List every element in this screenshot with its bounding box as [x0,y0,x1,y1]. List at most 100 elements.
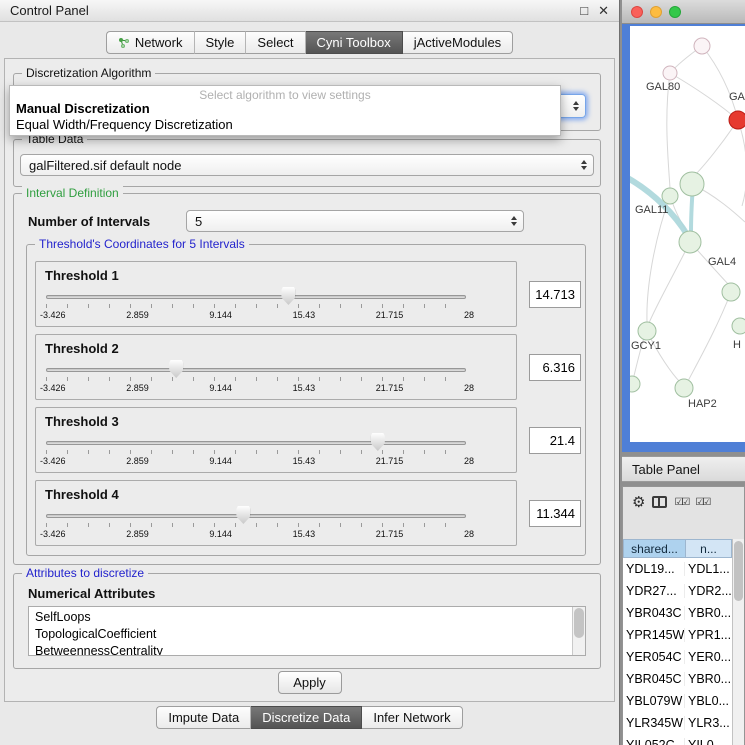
network-node[interactable] [679,231,701,253]
column-header-name[interactable]: n... [685,539,732,558]
slider-scale-label: 21.715 [376,310,404,320]
table-row[interactable]: YER054CYER0... [623,646,732,668]
minimize-traffic-light[interactable] [650,6,662,18]
tab-cyni-toolbox[interactable]: Cyni Toolbox [306,31,403,54]
network-node[interactable] [630,376,640,392]
slider-thumb[interactable] [169,360,183,378]
table-row[interactable]: YPR145WYPR1... [623,624,732,646]
network-node[interactable] [675,379,693,397]
dropdown-placeholder: Select algorithm to view settings [10,86,560,101]
float-window-icon[interactable]: □ [580,4,588,17]
threshold-box: Threshold 2 -3.4262.8599.14415.4321.7152… [35,334,517,400]
threshold-slider[interactable]: -3.4262.8599.14415.4321.71528 [46,286,466,324]
gear-icon[interactable]: ⚙ [632,495,645,510]
control-panel-tab-bar: Network Style Select Cyni Toolbox jActiv… [0,31,619,54]
threshold-row: Threshold 1 -3.4262.8599.14415.4321.7152… [35,261,581,327]
select-rows-icon[interactable]: ☑☑ [695,497,709,508]
network-node[interactable] [662,188,678,204]
scrollbar-thumb[interactable] [734,541,743,601]
attributes-scrollbar[interactable] [572,607,585,655]
tab-jactivemodules[interactable]: jActiveModules [403,31,513,54]
numerical-attributes-label: Numerical Attributes [28,586,155,601]
table-row[interactable]: YDL19...YDL1... [623,558,732,580]
threshold-value-field[interactable] [529,427,581,454]
slider-thumb[interactable] [281,287,295,305]
interval-definition-group: Interval Definition Number of Intervals … [13,193,601,565]
slider-scale-label: 28 [464,383,474,393]
cyni-toolbox-panel: Discretization Algorithm Select algorith… [4,58,615,702]
close-traffic-light[interactable] [631,6,643,18]
table-row[interactable]: YDR27...YDR2... [623,580,732,602]
group-title: Interval Definition [22,186,123,200]
network-node[interactable] [638,322,656,340]
network-node[interactable] [663,66,677,80]
threshold-value-field[interactable] [529,281,581,308]
table-scrollbar[interactable] [732,539,744,745]
threshold-slider[interactable]: -3.4262.8599.14415.4321.71528 [46,505,466,543]
table-data-combo-value: galFiltered.sif default node [29,158,575,173]
table-row[interactable]: YBR045CYBR0... [623,668,732,690]
slider-scale-label: -3.426 [40,383,66,393]
tab-label: Select [257,35,293,50]
apply-button[interactable]: Apply [278,671,342,694]
dropdown-option-manual-discretization[interactable]: Manual Discretization [10,101,560,117]
slider-scale-label: 15.43 [293,310,316,320]
attribute-list-item[interactable]: TopologicalCoefficient [35,626,585,643]
network-node[interactable] [729,111,745,129]
threshold-slider[interactable]: -3.4262.8599.14415.4321.71528 [46,359,466,397]
slider-thumb[interactable] [371,433,385,451]
threshold-value-field[interactable] [529,354,581,381]
close-window-icon[interactable]: ✕ [598,4,609,17]
threshold-value-field[interactable] [529,500,581,527]
network-node[interactable] [722,283,740,301]
threshold-slider[interactable]: -3.4262.8599.14415.4321.71528 [46,432,466,470]
slider-thumb[interactable] [236,506,250,524]
table-data-combo[interactable]: galFiltered.sif default node [20,154,594,176]
slider-track[interactable] [46,514,466,518]
slider-track[interactable] [46,441,466,445]
tab-select[interactable]: Select [246,31,305,54]
slider-scale-label: 9.144 [209,310,232,320]
column-header-shared-name[interactable]: shared... [623,539,685,558]
slider-track[interactable] [46,368,466,372]
tab-discretize-data[interactable]: Discretize Data [251,706,362,729]
table-row[interactable]: YLR345WYLR3... [623,712,732,734]
zoom-traffic-light[interactable] [669,6,681,18]
table-row[interactable]: YBR043CYBR0... [623,602,732,624]
slider-scale-label: 28 [464,529,474,539]
tab-impute-data[interactable]: Impute Data [156,706,251,729]
table-panel-title: Table Panel [632,462,700,477]
table-toolbar: ⚙ ☑☑ ☑☑ [623,487,744,517]
slider-scale-label: -3.426 [40,456,66,466]
table-row[interactable]: YBL079WYBL0... [623,690,732,712]
number-of-intervals-combo[interactable]: 5 [186,210,524,232]
attribute-list-item[interactable]: SelfLoops [35,609,585,626]
numerical-attributes-list[interactable]: SelfLoopsTopologicalCoefficientBetweenne… [28,606,586,656]
network-edge [738,120,745,206]
tab-network[interactable]: Network [106,31,195,54]
slider-track[interactable] [46,295,466,299]
threshold-box: Threshold 4 -3.4262.8599.14415.4321.7152… [35,480,517,546]
network-node[interactable] [732,318,745,334]
slider-scale-label: 21.715 [376,456,404,466]
slider-scale-label: 2.859 [126,529,149,539]
network-canvas[interactable]: GAL80GAGAL11GAL4GCY1HHAP2 [630,26,745,442]
number-of-intervals-label: Number of Intervals [28,214,150,229]
cyni-bottom-tab-bar: Impute Data Discretize Data Infer Networ… [0,706,619,729]
select-columns-icon[interactable]: ☑☑ [674,497,688,508]
network-node-label: HAP2 [688,398,717,410]
table-cell: YDR2... [685,584,732,598]
slider-scale-label: 9.144 [209,529,232,539]
table-row[interactable]: YIL052CYIL0... [623,734,732,745]
tab-label: jActiveModules [414,35,501,50]
attribute-list-item[interactable]: BetweennessCentrality [35,643,585,656]
column-layout-icon[interactable] [652,496,667,508]
network-tab-icon [118,37,130,49]
network-node[interactable] [680,172,704,196]
scrollbar-thumb[interactable] [574,608,584,638]
network-node[interactable] [694,38,710,54]
dropdown-option-equal-width[interactable]: Equal Width/Frequency Discretization [10,117,560,133]
tab-label: Discretize Data [262,710,350,725]
tab-infer-network[interactable]: Infer Network [362,706,462,729]
tab-style[interactable]: Style [195,31,247,54]
